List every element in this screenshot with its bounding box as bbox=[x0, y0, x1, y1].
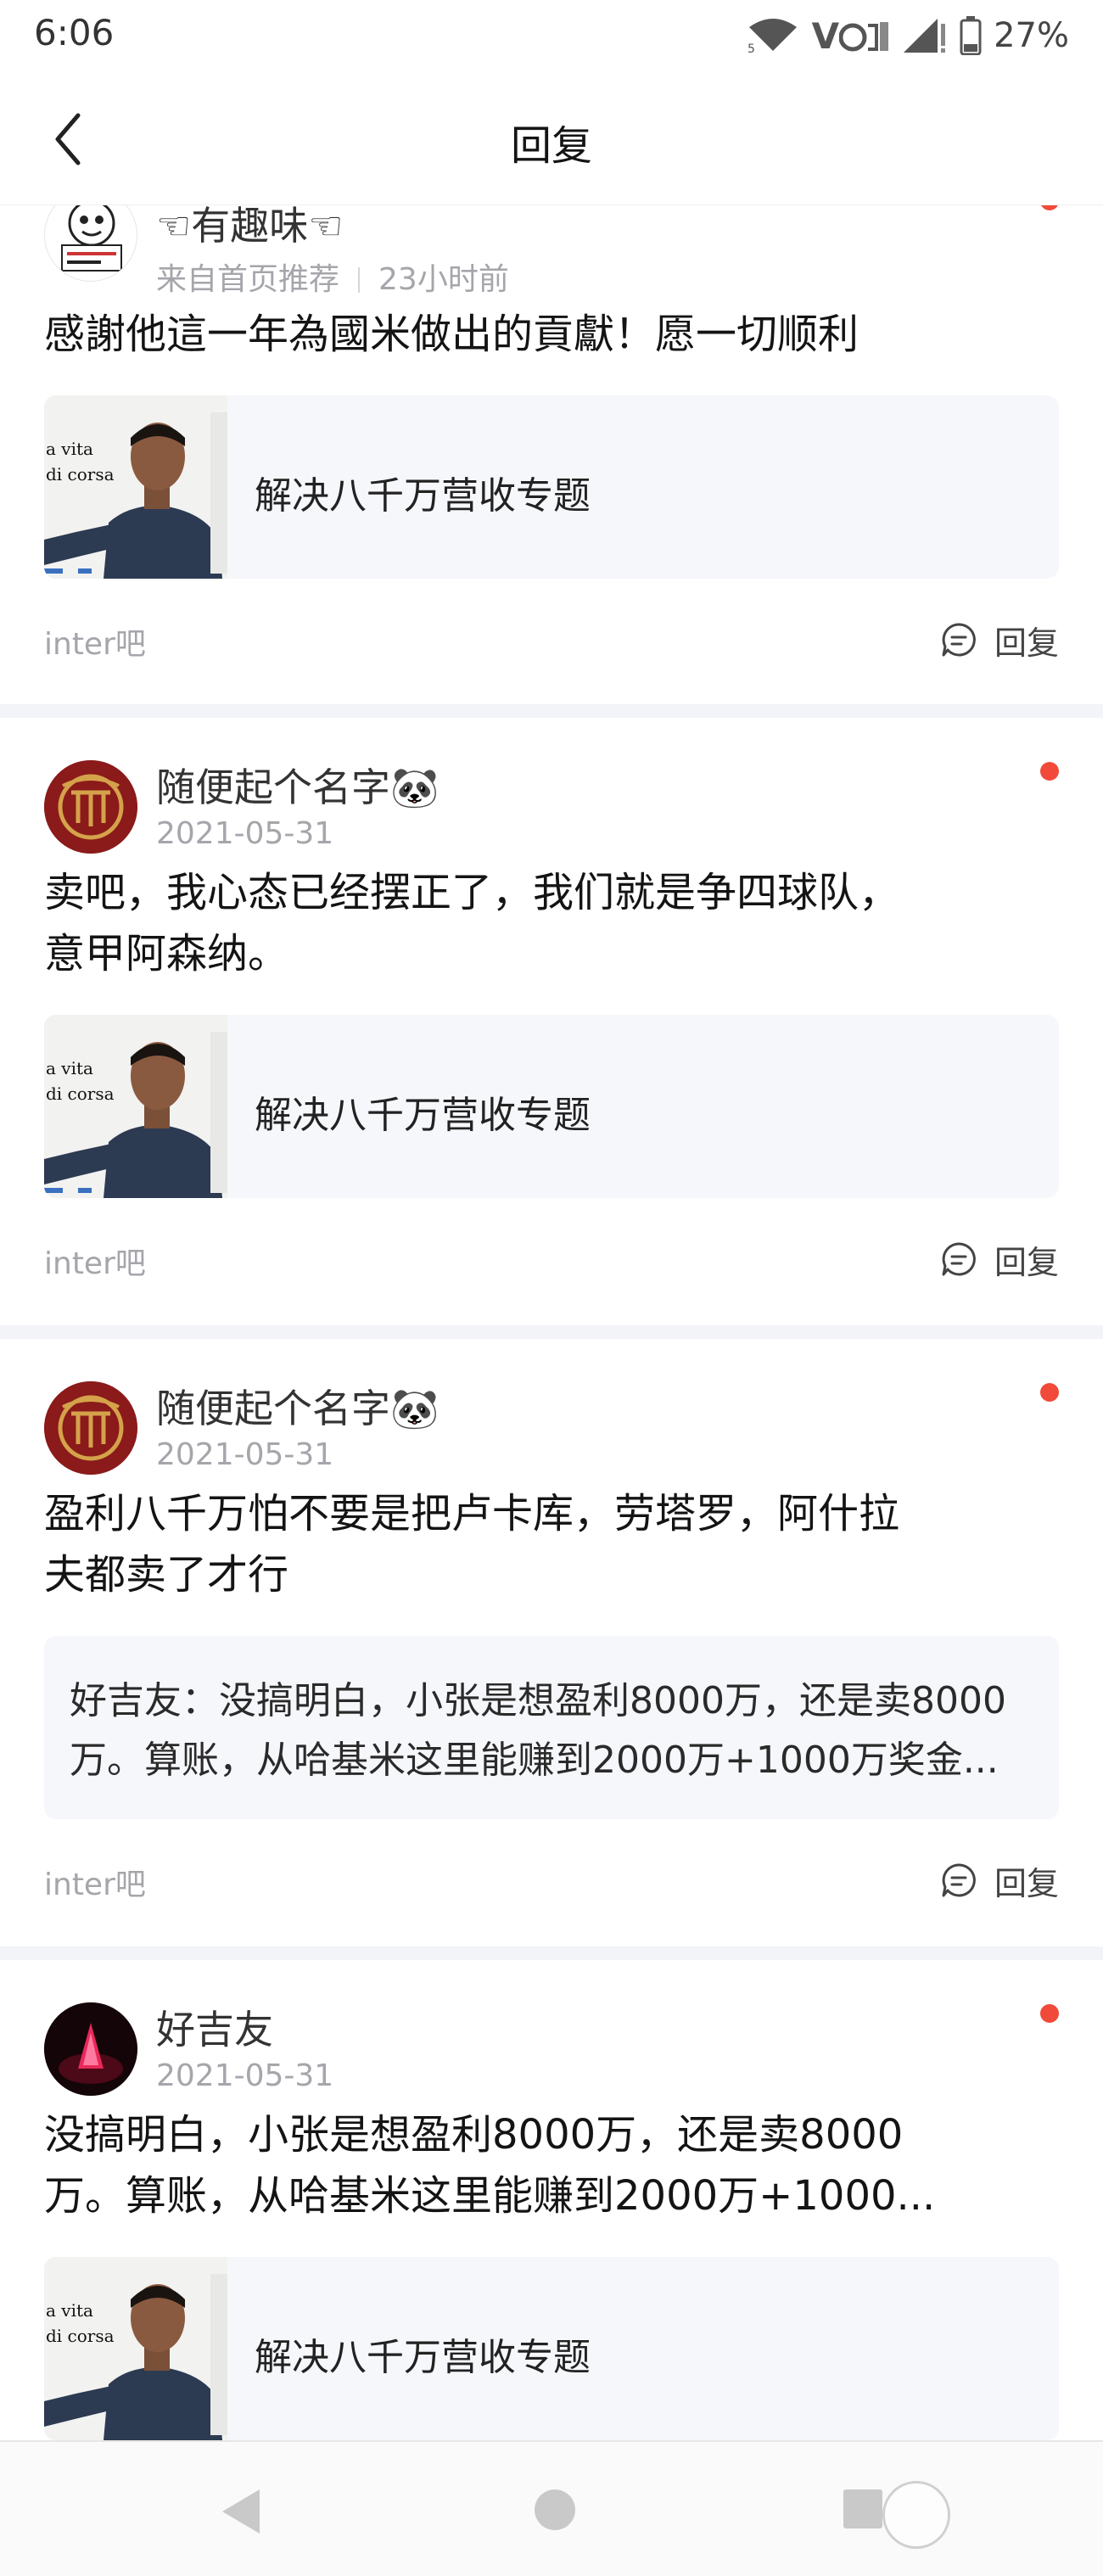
wifi-icon: 5 bbox=[746, 17, 800, 54]
username[interactable]: 好吉友 bbox=[156, 1999, 273, 2055]
username[interactable]: ☜有趣味☜ bbox=[156, 205, 343, 251]
avatar[interactable] bbox=[44, 1381, 137, 1475]
quote-line: 万。算账，从哈基米这里能赚到2000万+1000万奖金... bbox=[70, 1739, 999, 1782]
battery-percent: 27% bbox=[994, 16, 1069, 55]
reply-content[interactable]: 盈利八千万怕不要是把卢卡库，劳塔罗，阿什拉 夫都卖了才行 bbox=[44, 1483, 1062, 1605]
reply-card[interactable]: 好吉友 2021-05-31 没搞明白，小张是想盈利8000万，还是卖8000 … bbox=[0, 1960, 1103, 2440]
forum-name[interactable]: inter吧 bbox=[44, 1239, 146, 1283]
content-line: 盈利八千万怕不要是把卢卡库，劳塔罗，阿什拉 bbox=[44, 1490, 900, 1537]
unread-dot bbox=[1040, 205, 1059, 210]
svg-text:5: 5 bbox=[747, 42, 755, 54]
username[interactable]: 随便起个名字🐼 bbox=[156, 1378, 439, 1434]
svg-text:a vita: a vita bbox=[46, 2300, 93, 2321]
svg-text:di corsa: di corsa bbox=[46, 464, 115, 484]
content-line: 夫都卖了才行 bbox=[44, 1551, 289, 1599]
thread-link[interactable]: a vita di corsa 解决八千万营收专题 bbox=[44, 1015, 1059, 1198]
reply-button[interactable]: 回复 bbox=[940, 1235, 1059, 1283]
comment-icon bbox=[942, 1863, 976, 1897]
content-line: 意甲阿森纳。 bbox=[44, 930, 289, 977]
separator bbox=[0, 704, 1103, 718]
reply-card[interactable]: 随便起个名字🐼 2021-05-31 盈利八千万怕不要是把卢卡库，劳塔罗，阿什拉… bbox=[0, 1339, 1103, 1946]
reply-content[interactable]: 感謝他這一年為國米做出的貢獻！愿一切顺利 bbox=[44, 304, 1062, 365]
source-label: 来自首页推荐 bbox=[156, 262, 340, 297]
thread-link[interactable]: a vita di corsa 解决八千万营收专题 bbox=[44, 395, 1059, 579]
signal-icon bbox=[902, 17, 948, 54]
comment-icon bbox=[942, 1242, 976, 1276]
comment-icon bbox=[942, 623, 976, 657]
thread-thumbnail: a vita di corsa bbox=[44, 1015, 227, 1198]
thread-link[interactable]: a vita di corsa 解决八千万营收专题 bbox=[44, 2257, 1059, 2440]
avatar[interactable] bbox=[44, 760, 137, 854]
reply-feed[interactable]: ☜有趣味☜ 来自首页推荐 23小时前 感謝他這一年為國米做出的貢獻！愿一切顺利 a… bbox=[0, 205, 1103, 2440]
thread-thumbnail: a vita di corsa bbox=[44, 2257, 227, 2440]
reply-button[interactable]: 回复 bbox=[940, 1856, 1059, 1904]
post-meta: 来自首页推荐 23小时前 bbox=[156, 255, 509, 299]
thread-title: 解决八千万营收专题 bbox=[255, 1094, 591, 1137]
watermark-logo-icon bbox=[882, 2481, 950, 2549]
unread-dot bbox=[1040, 2004, 1059, 2023]
thread-title: 解决八千万营收专题 bbox=[255, 474, 591, 518]
volte-icon: V bbox=[812, 15, 891, 57]
post-time: 2021-05-31 bbox=[156, 2058, 334, 2093]
reply-card[interactable]: 随便起个名字🐼 2021-05-31 卖吧，我心态已经摆正了，我们就是争四球队，… bbox=[0, 718, 1103, 1325]
meta-divider bbox=[358, 267, 361, 293]
quote-line: 好吉友：没搞明白，小张是想盈利8000万，还是卖8000 bbox=[70, 1679, 1006, 1722]
separator bbox=[0, 1325, 1103, 1339]
username[interactable]: 随便起个名字🐼 bbox=[156, 757, 439, 813]
page-title: 回复 bbox=[510, 122, 592, 170]
post-time: 2021-05-31 bbox=[156, 816, 334, 851]
forum-name[interactable]: inter吧 bbox=[44, 1860, 146, 1904]
system-nav-bar bbox=[0, 2440, 1103, 2576]
reply-label: 回复 bbox=[994, 1243, 1059, 1281]
status-bar: 6:06 5 V 27% bbox=[0, 0, 1103, 73]
nav-recents-icon[interactable] bbox=[843, 2489, 882, 2528]
reply-label: 回复 bbox=[994, 1864, 1059, 1902]
reply-button[interactable]: 回复 bbox=[940, 616, 1059, 664]
svg-text:di corsa: di corsa bbox=[46, 2326, 115, 2346]
thread-thumbnail: a vita di corsa bbox=[44, 395, 227, 579]
battery-icon bbox=[960, 16, 982, 55]
unread-dot bbox=[1040, 762, 1059, 781]
avatar[interactable] bbox=[44, 205, 137, 282]
reply-card[interactable]: ☜有趣味☜ 来自首页推荐 23小时前 感謝他這一年為國米做出的貢獻！愿一切顺利 a… bbox=[0, 205, 1103, 704]
reply-content[interactable]: 没搞明白，小张是想盈利8000万，还是卖8000 万。算账，从哈基米这里能赚到2… bbox=[44, 2104, 1062, 2226]
status-time: 6:06 bbox=[34, 12, 115, 53]
post-time: 2021-05-31 bbox=[156, 1437, 334, 1472]
forum-name[interactable]: inter吧 bbox=[44, 619, 146, 664]
reply-label: 回复 bbox=[994, 624, 1059, 662]
thread-title: 解决八千万营收专题 bbox=[255, 2336, 591, 2379]
status-icons: 5 V 27% bbox=[746, 12, 1069, 59]
separator bbox=[0, 1946, 1103, 1960]
content-line: 没搞明白，小张是想盈利8000万，还是卖8000 bbox=[44, 2111, 904, 2159]
avatar[interactable] bbox=[44, 2002, 137, 2096]
content-line: 卖吧，我心态已经摆正了，我们就是争四球队， bbox=[44, 869, 900, 916]
svg-text:di corsa: di corsa bbox=[46, 1084, 115, 1104]
svg-text:a vita: a vita bbox=[46, 1058, 93, 1078]
unread-dot bbox=[1040, 1383, 1059, 1402]
content-line: 万。算账，从哈基米这里能赚到2000万+1000... bbox=[44, 2172, 936, 2220]
nav-home-icon[interactable] bbox=[535, 2489, 575, 2530]
nav-back-icon[interactable] bbox=[219, 2488, 263, 2535]
header: 回复 bbox=[0, 73, 1103, 205]
post-time: 23小时前 bbox=[378, 262, 509, 297]
quoted-reply[interactable]: 好吉友：没搞明白，小张是想盈利8000万，还是卖8000 万。算账，从哈基米这里… bbox=[44, 1636, 1059, 1819]
reply-content[interactable]: 卖吧，我心态已经摆正了，我们就是争四球队， 意甲阿森纳。 bbox=[44, 862, 1062, 984]
svg-text:a vita: a vita bbox=[46, 439, 93, 459]
